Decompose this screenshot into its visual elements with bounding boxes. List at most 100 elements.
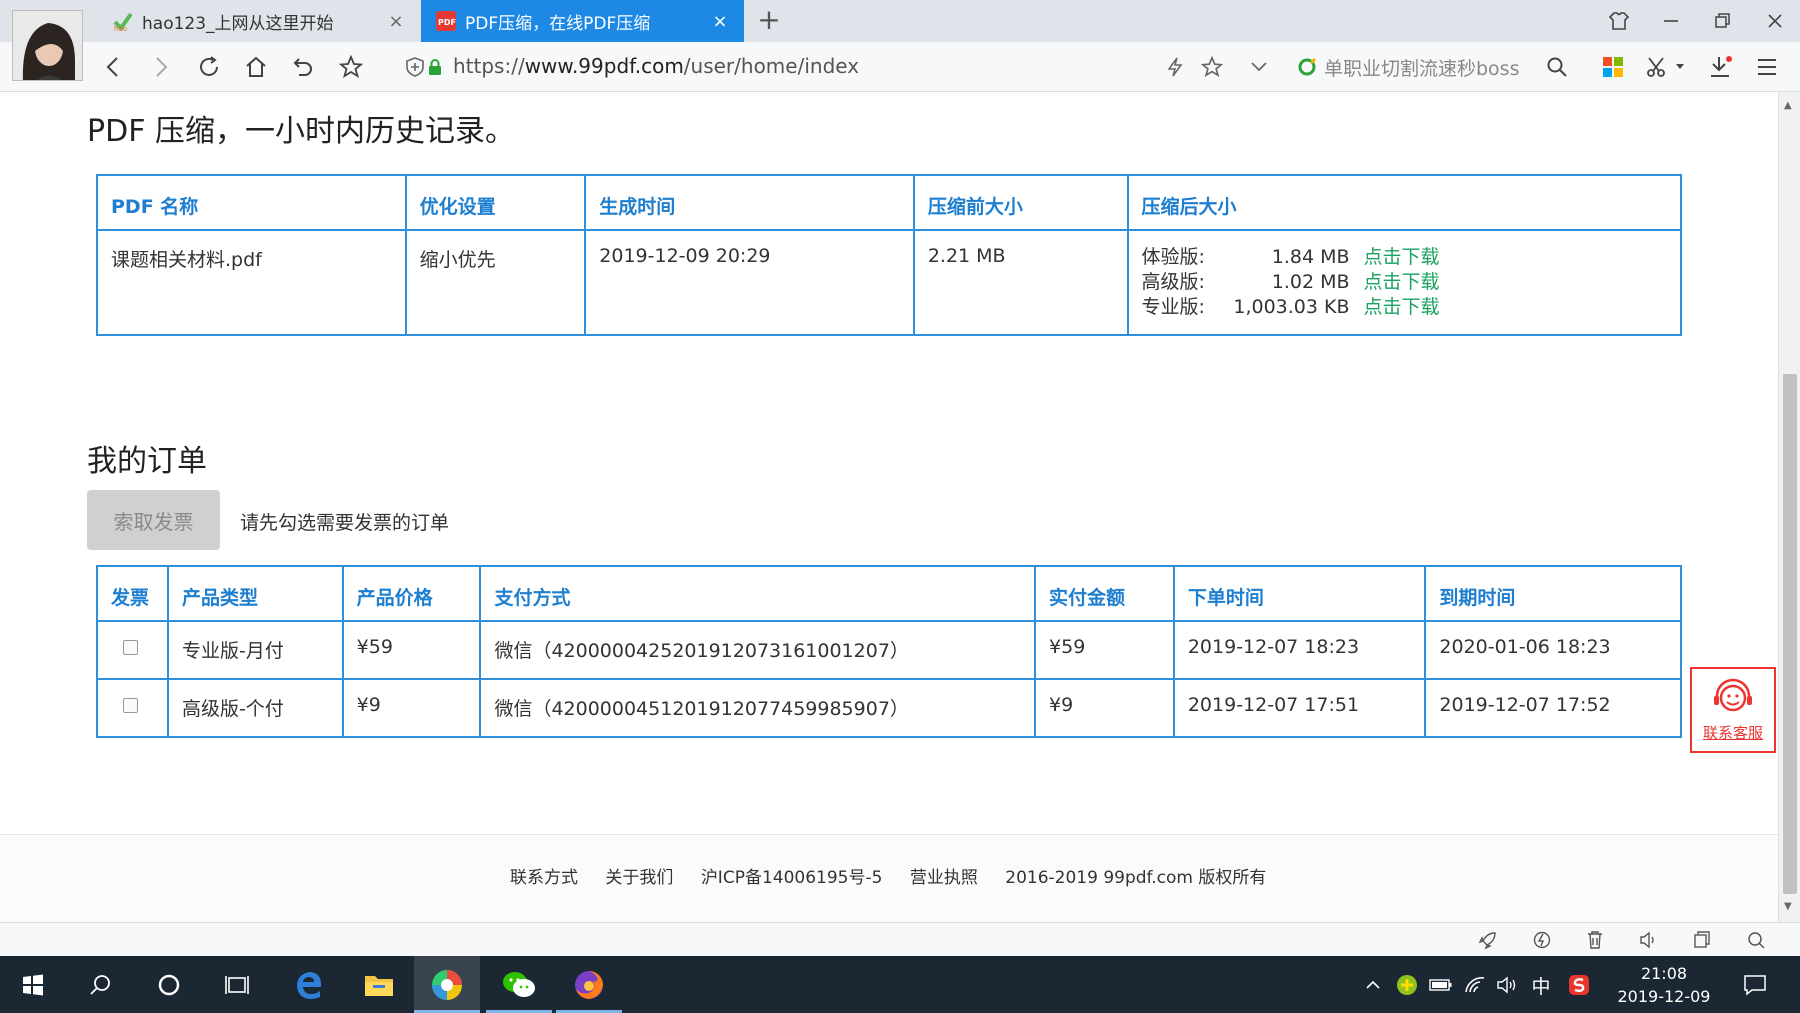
- tray-plus-icon[interactable]: [1394, 972, 1420, 998]
- url-scheme: https://: [453, 54, 525, 78]
- zoom-icon[interactable]: [1744, 929, 1768, 951]
- download-link[interactable]: 点击下载: [1364, 295, 1440, 320]
- windows-start-icon[interactable]: [0, 956, 66, 1013]
- notification-icon[interactable]: [1740, 972, 1770, 998]
- menu-icon[interactable]: [1752, 52, 1782, 82]
- orders-title: 我的订单: [87, 444, 207, 479]
- close-icon[interactable]: ×: [710, 11, 730, 32]
- url-domain: www.99pdf.com: [524, 54, 684, 78]
- window-icon[interactable]: [1690, 929, 1714, 951]
- minimize-icon[interactable]: [1656, 8, 1686, 34]
- tab-99pdf[interactable]: PDF PDF压缩，在线PDF压缩 ×: [421, 0, 744, 42]
- home-icon[interactable]: [241, 52, 271, 82]
- tab-label: hao123_上网从这里开始: [142, 13, 334, 34]
- sogou-ime-icon[interactable]: [1566, 972, 1592, 998]
- history-title: PDF 压缩，一小时内历史记录。: [87, 114, 515, 149]
- payment-method: 微信（4200000425201912073161001207）: [479, 620, 1037, 680]
- search-icon[interactable]: [68, 956, 134, 1013]
- contact-service-button[interactable]: 联系客服: [1690, 667, 1776, 753]
- download-icon[interactable]: [1706, 52, 1736, 82]
- scroll-down-icon[interactable]: ▼: [1784, 901, 1792, 912]
- restore-icon[interactable]: [1708, 8, 1738, 34]
- scroll-up-icon[interactable]: ▲: [1784, 100, 1792, 111]
- speed-icon[interactable]: [1530, 929, 1554, 951]
- order-time: 2019-12-07 18:23: [1172, 620, 1427, 680]
- order-time: 2019-12-07 17:51: [1172, 678, 1427, 738]
- footer-link-about[interactable]: 关于我们: [605, 868, 673, 888]
- close-icon[interactable]: ×: [386, 11, 406, 32]
- invoice-hint: 请先勾选需要发票的订单: [240, 512, 450, 534]
- address-toolbar: https://www.99pdf.com/user/home/index 单职…: [0, 42, 1800, 92]
- chevron-up-icon[interactable]: [1360, 972, 1386, 998]
- size-after-cell: 体验版: 1.84 MB 点击下载 高级版: 1.02 MB 点击下载 专业版:…: [1126, 229, 1683, 336]
- svg-text:hao: hao: [114, 25, 127, 32]
- wechat-icon[interactable]: [486, 956, 552, 1013]
- size-row-trial: 体验版: 1.84 MB 点击下载: [1142, 245, 1667, 270]
- vertical-scrollbar[interactable]: ▲ ▼: [1778, 92, 1800, 922]
- tab-label: PDF压缩，在线PDF压缩: [465, 13, 651, 34]
- back-icon[interactable]: [98, 52, 128, 82]
- firefox-icon[interactable]: [556, 956, 622, 1013]
- dropdown-arrow-icon[interactable]: [1672, 52, 1688, 82]
- optimize-setting: 缩小优先: [404, 229, 587, 336]
- invoice-cell: [96, 678, 169, 738]
- reload-icon[interactable]: [194, 52, 224, 82]
- chevron-down-icon[interactable]: [1244, 52, 1274, 82]
- size-row-pro: 专业版: 1,003.03 KB 点击下载: [1142, 295, 1667, 320]
- task-view-icon[interactable]: [204, 956, 270, 1013]
- wifi-icon[interactable]: [1462, 972, 1488, 998]
- lightning-icon[interactable]: [1160, 52, 1190, 82]
- request-invoice-button[interactable]: 索取发票: [87, 490, 220, 550]
- orders-table: 发票 产品类型 产品价格 支付方式 实付金额 下单时间 到期时间 专业版-月付 …: [96, 565, 1682, 738]
- paid-amount: ¥9: [1034, 678, 1175, 738]
- battery-icon[interactable]: [1428, 972, 1454, 998]
- url-field[interactable]: https://www.99pdf.com/user/home/index: [453, 54, 859, 78]
- edge-icon[interactable]: [276, 956, 342, 1013]
- ime-indicator[interactable]: 中: [1528, 972, 1554, 998]
- footer-link-icp[interactable]: 沪ICP备14006195号-5: [701, 868, 883, 888]
- undo-icon[interactable]: [288, 52, 318, 82]
- search-icon[interactable]: [1542, 52, 1572, 82]
- footer-link-contact[interactable]: 联系方式: [510, 868, 578, 888]
- expire-time: 2019-12-07 17:52: [1424, 678, 1682, 738]
- headset-icon: [1714, 678, 1752, 711]
- invoice-checkbox[interactable]: [123, 640, 138, 655]
- close-window-icon[interactable]: [1760, 8, 1790, 34]
- tab-hao123[interactable]: hao hao123_上网从这里开始 ×: [98, 0, 420, 42]
- speaker-icon[interactable]: [1494, 972, 1520, 998]
- size-label: 高级版:: [1141, 271, 1205, 293]
- download-link[interactable]: 点击下载: [1364, 270, 1440, 295]
- lock-icon: [424, 52, 446, 82]
- size-row-advanced: 高级版: 1.02 MB 点击下载: [1142, 270, 1667, 295]
- user-avatar[interactable]: [12, 10, 83, 81]
- cortana-icon[interactable]: [136, 956, 202, 1013]
- trash-icon[interactable]: [1583, 929, 1607, 951]
- expire-time: 2020-01-06 18:23: [1424, 620, 1682, 680]
- contact-service-label: 联系客服: [1702, 723, 1763, 742]
- apps-grid-icon[interactable]: [1598, 52, 1628, 82]
- footer-links: 联系方式 关于我们 沪ICP备14006195号-5 营业执照 2016-201…: [510, 863, 1288, 888]
- scroll-thumb[interactable]: [1783, 374, 1797, 894]
- pdf-icon: PDF: [435, 10, 457, 32]
- pdf-name: 课题相关材料.pdf: [96, 229, 407, 336]
- column-header: 发票: [96, 565, 169, 622]
- 360-browser-icon[interactable]: [414, 956, 480, 1013]
- bookmark-star-icon[interactable]: [336, 52, 366, 82]
- volume-icon[interactable]: [1636, 929, 1660, 951]
- favorite-star-icon[interactable]: [1197, 52, 1227, 82]
- invoice-cell: [96, 620, 169, 680]
- column-header: 压缩前大小: [912, 174, 1129, 231]
- size-label: 体验版:: [1141, 246, 1205, 268]
- footer-link-license[interactable]: 营业执照: [910, 868, 978, 888]
- skin-icon[interactable]: [1604, 8, 1634, 34]
- invoice-checkbox[interactable]: [123, 698, 138, 713]
- new-tab-button[interactable]: +: [754, 6, 784, 36]
- download-link[interactable]: 点击下载: [1364, 245, 1440, 270]
- scissors-icon[interactable]: [1642, 52, 1672, 82]
- rocket-icon[interactable]: [1476, 929, 1500, 951]
- system-clock[interactable]: 21:08 2019-12-09: [1614, 962, 1714, 1008]
- column-header: 支付方式: [479, 565, 1037, 622]
- file-explorer-icon[interactable]: [346, 956, 412, 1013]
- clock-time: 21:08: [1640, 964, 1688, 983]
- forward-icon[interactable]: [146, 52, 176, 82]
